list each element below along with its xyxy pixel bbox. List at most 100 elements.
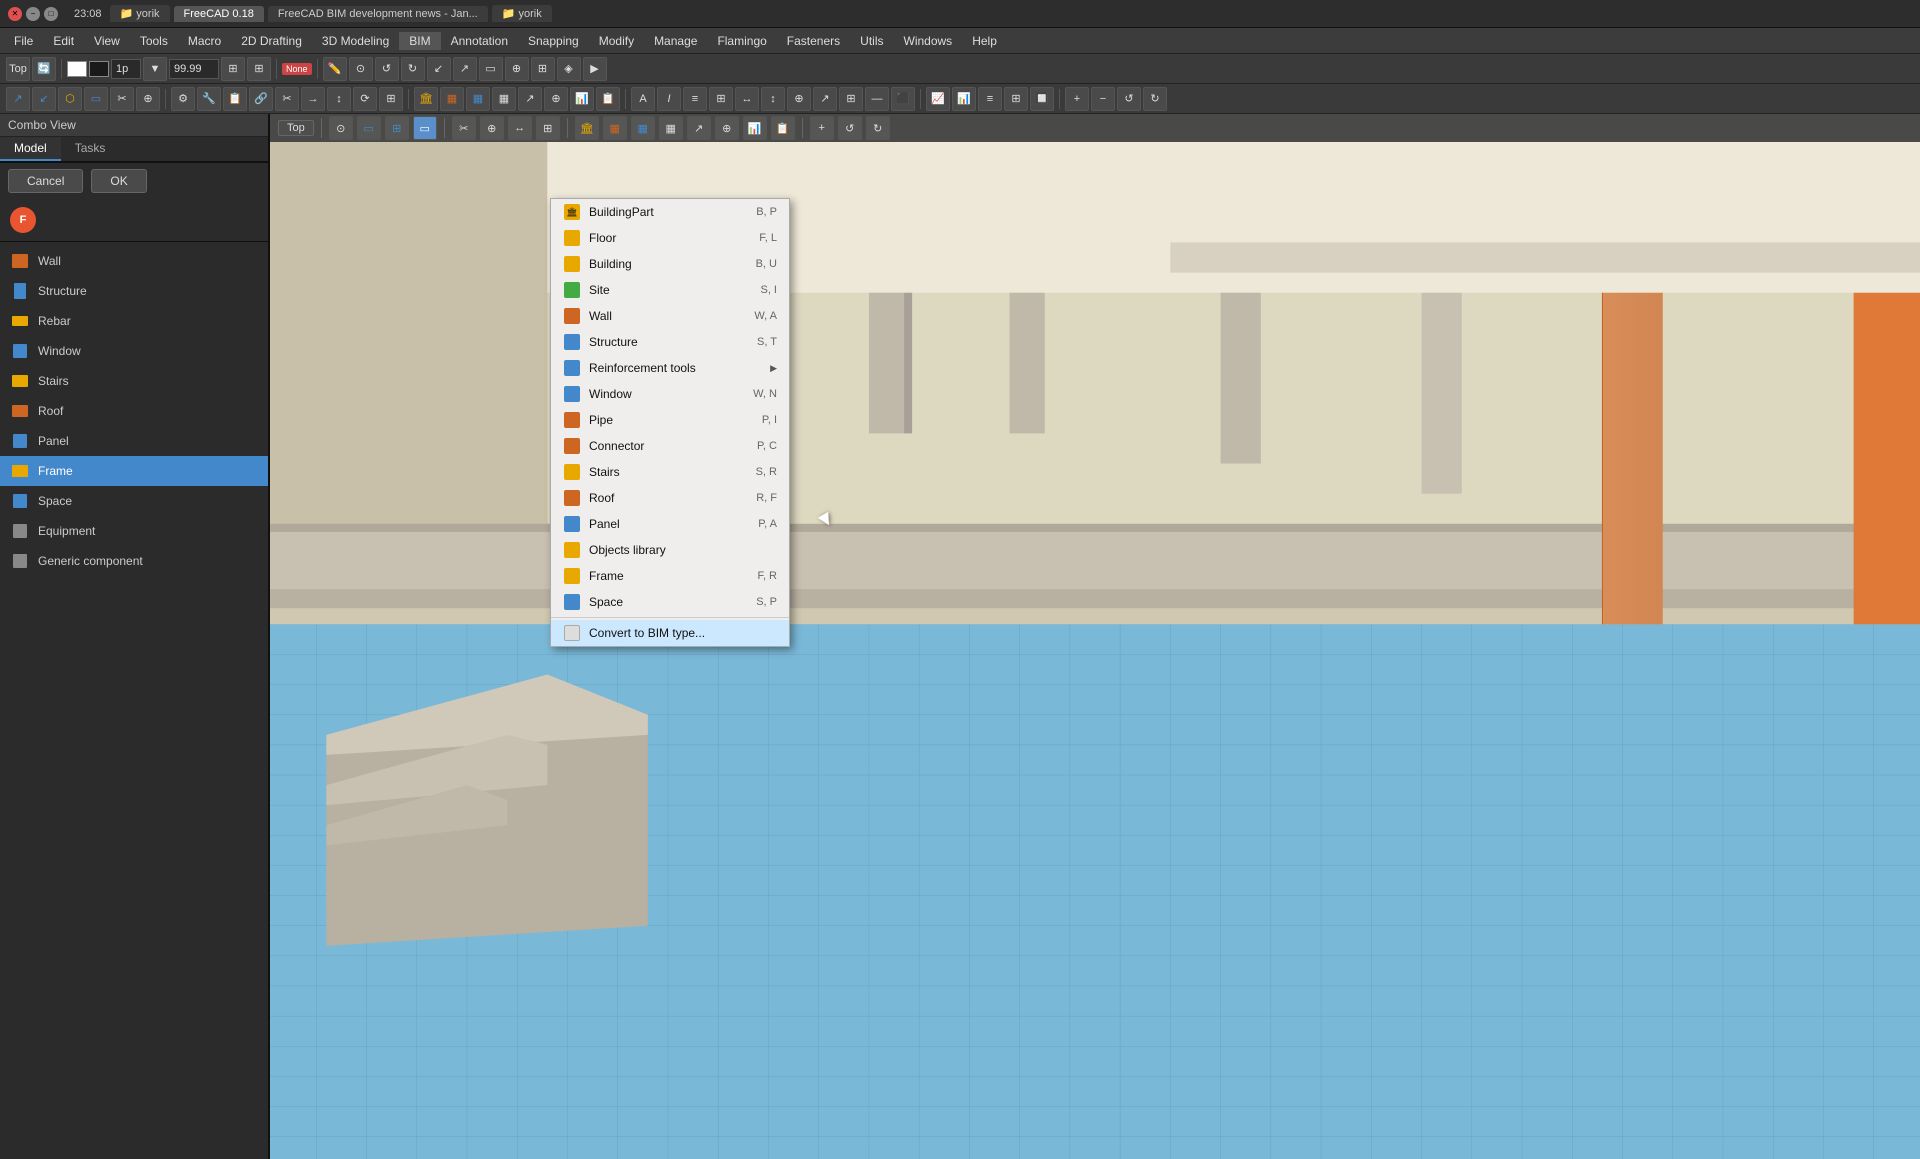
line-width-down[interactable]: ▼ (143, 57, 167, 81)
sidebar-item-generic[interactable]: Generic component (0, 546, 268, 576)
sidebar-item-space[interactable]: Space (0, 486, 268, 516)
tb2-btn-3[interactable]: ⬡ (58, 87, 82, 111)
tb2-btn-7[interactable]: ⚙ (171, 87, 195, 111)
window-controls[interactable]: ✕ − □ (8, 7, 58, 21)
tb2-btn-13[interactable]: ↕ (327, 87, 351, 111)
menu-item-structure[interactable]: Structure S, T (551, 329, 789, 355)
color-picker[interactable] (67, 61, 87, 77)
zoom-toggle[interactable]: ⊞ (221, 57, 245, 81)
tab-bim-news[interactable]: FreeCAD BIM development news - Jan... (268, 6, 488, 22)
snap-grid-btn[interactable]: ⊞ (247, 57, 271, 81)
tab-tasks[interactable]: Tasks (61, 137, 120, 161)
tb2-btn-20[interactable]: ⊕ (544, 87, 568, 111)
menu-snapping[interactable]: Snapping (518, 32, 589, 50)
tb-btn-6[interactable]: ↗ (453, 57, 477, 81)
tb2-btn-38[interactable]: 🔲 (1030, 87, 1054, 111)
menu-macro[interactable]: Macro (178, 32, 231, 50)
menu-item-reinforcement[interactable]: Reinforcement tools (551, 355, 789, 381)
sidebar-item-wall[interactable]: Wall (0, 246, 268, 276)
close-button[interactable]: ✕ (8, 7, 22, 21)
menu-annotation[interactable]: Annotation (441, 32, 518, 50)
tb2-btn-18[interactable]: ▦ (492, 87, 516, 111)
tb2-btn-22[interactable]: 📋 (596, 87, 620, 111)
menu-item-pipe[interactable]: Pipe P, I (551, 407, 789, 433)
tb2-btn-31[interactable]: ⊞ (839, 87, 863, 111)
tb2-btn-23[interactable]: A (631, 87, 655, 111)
tb2-btn-28[interactable]: ↕ (761, 87, 785, 111)
menu-file[interactable]: File (4, 32, 43, 50)
sidebar-item-rebar[interactable]: Rebar (0, 306, 268, 336)
tb-btn-5[interactable]: ↙ (427, 57, 451, 81)
tb2-btn-6[interactable]: ⊕ (136, 87, 160, 111)
menu-item-buildingpart[interactable]: 🏛 BuildingPart B, P (551, 199, 789, 225)
tb2-btn-25[interactable]: ≡ (683, 87, 707, 111)
menu-item-stairs[interactable]: Stairs S, R (551, 459, 789, 485)
menu-item-connector[interactable]: Connector P, C (551, 433, 789, 459)
zoom-input[interactable] (169, 59, 219, 79)
menu-item-panel[interactable]: Panel P, A (551, 511, 789, 537)
tb2-btn-9[interactable]: 📋 (223, 87, 247, 111)
tb2-btn-2[interactable]: ↙ (32, 87, 56, 111)
tb2-btn-35[interactable]: 📊 (952, 87, 976, 111)
tb-btn-10[interactable]: ◈ (557, 57, 581, 81)
sidebar-item-frame[interactable]: Frame (0, 456, 268, 486)
menu-item-window[interactable]: Window W, N (551, 381, 789, 407)
menu-tools[interactable]: Tools (130, 32, 178, 50)
vp-btn-16[interactable]: 📋 (771, 116, 795, 140)
tb2-btn-14[interactable]: ⟳ (353, 87, 377, 111)
vp-btn-11[interactable]: ▦ (631, 116, 655, 140)
sidebar-item-equipment[interactable]: Equipment (0, 516, 268, 546)
tb2-btn-12[interactable]: → (301, 87, 325, 111)
menu-item-frame[interactable]: Frame F, R (551, 563, 789, 589)
vp-btn-5[interactable]: ✂ (452, 116, 476, 140)
menu-item-objects-library[interactable]: Objects library (551, 537, 789, 563)
menu-3d-modeling[interactable]: 3D Modeling (312, 32, 399, 50)
vp-btn-15[interactable]: 📊 (743, 116, 767, 140)
menu-help[interactable]: Help (962, 32, 1007, 50)
viewport[interactable]: Top ⊙ ▭ ⊞ ▭ ✂ ⊕ ↔ ⊞ 🏛 ▦ ▦ ▦ ↗ ⊕ 📊 📋 + ↺ … (270, 114, 1920, 1159)
menu-windows[interactable]: Windows (894, 32, 963, 50)
menu-edit[interactable]: Edit (43, 32, 84, 50)
vp-btn-8[interactable]: ⊞ (536, 116, 560, 140)
tb2-btn-19[interactable]: ↗ (518, 87, 542, 111)
tb-btn-7[interactable]: ▭ (479, 57, 503, 81)
tb-btn-2[interactable]: ⊙ (349, 57, 373, 81)
view-top-button[interactable]: Top (278, 120, 314, 136)
vp-btn-4[interactable]: ▭ (413, 116, 437, 140)
tb2-btn-plus[interactable]: + (1065, 87, 1089, 111)
vp-btn-9[interactable]: 🏛 (575, 116, 599, 140)
tb2-btn-26[interactable]: ⊞ (709, 87, 733, 111)
vp-btn-3[interactable]: ⊞ (385, 116, 409, 140)
menu-item-site[interactable]: Site S, I (551, 277, 789, 303)
tb2-btn-refresh[interactable]: ↺ (1117, 87, 1141, 111)
menu-bim[interactable]: BIM (399, 32, 440, 50)
menu-item-floor[interactable]: Floor F, L (551, 225, 789, 251)
vp-btn-12[interactable]: ▦ (659, 116, 683, 140)
tb2-btn-29[interactable]: ⊕ (787, 87, 811, 111)
vp-btn-13[interactable]: ↗ (687, 116, 711, 140)
menu-manage[interactable]: Manage (644, 32, 707, 50)
tb2-btn-21[interactable]: 📊 (570, 87, 594, 111)
vp-btn-2[interactable]: ▭ (357, 116, 381, 140)
sidebar-item-stairs[interactable]: Stairs (0, 366, 268, 396)
vp-btn-6[interactable]: ⊕ (480, 116, 504, 140)
tb2-btn-4[interactable]: ▭ (84, 87, 108, 111)
sidebar-item-window[interactable]: Window (0, 336, 268, 366)
menu-flamingo[interactable]: Flamingo (707, 32, 776, 50)
view-orient-btn[interactable]: 🔄 (32, 57, 56, 81)
tab-yorik1[interactable]: 📁 yorik (110, 5, 170, 22)
vp-btn-1[interactable]: ⊙ (329, 116, 353, 140)
vp-btn-10[interactable]: ▦ (603, 116, 627, 140)
menu-view[interactable]: View (84, 32, 130, 50)
tb2-building-btn[interactable]: 🏛 (414, 87, 438, 111)
menu-fasteners[interactable]: Fasteners (777, 32, 850, 50)
tb-btn-4[interactable]: ↻ (401, 57, 425, 81)
menu-item-convert-bim[interactable]: Convert to BIM type... (551, 620, 789, 646)
sidebar-item-structure[interactable]: Structure (0, 276, 268, 306)
tb2-btn-1[interactable]: ↗ (6, 87, 30, 111)
tb2-btn-11[interactable]: ✂ (275, 87, 299, 111)
tb2-btn-30[interactable]: ↗ (813, 87, 837, 111)
menu-item-space[interactable]: Space S, P (551, 589, 789, 615)
tab-freecad[interactable]: FreeCAD 0.18 (174, 6, 264, 22)
menu-utils[interactable]: Utils (850, 32, 893, 50)
